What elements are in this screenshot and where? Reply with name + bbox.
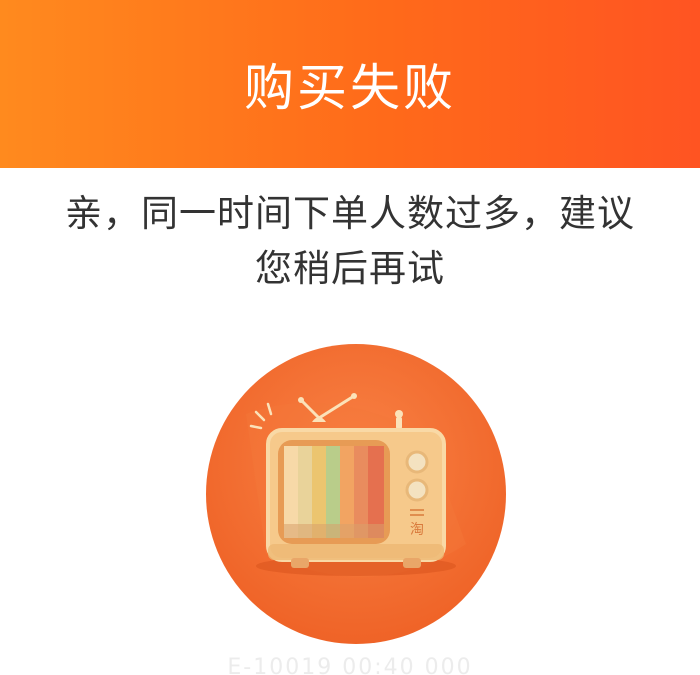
footer-error-code: E-10019 00:40 000 — [227, 655, 473, 675]
error-message-line-2: 您稍后再试 — [255, 247, 445, 290]
tv-test-pattern — [284, 446, 384, 538]
retro-tv-icon: 淘 — [206, 344, 506, 644]
tv-brand-badge: 淘 — [410, 522, 424, 538]
error-message-line-1: 亲，同一时间下单人数过多，建议 — [65, 192, 635, 235]
purchase-failed-page: 购买失败 亲，同一时间下单人数过多，建议 您稍后再试 淘 E-10019 00:… — [0, 0, 700, 675]
page-title: 购买失败 — [244, 59, 456, 117]
error-message: 亲，同一时间下单人数过多，建议 您稍后再试 — [40, 186, 660, 296]
header-bar: 购买失败 — [0, 0, 700, 168]
